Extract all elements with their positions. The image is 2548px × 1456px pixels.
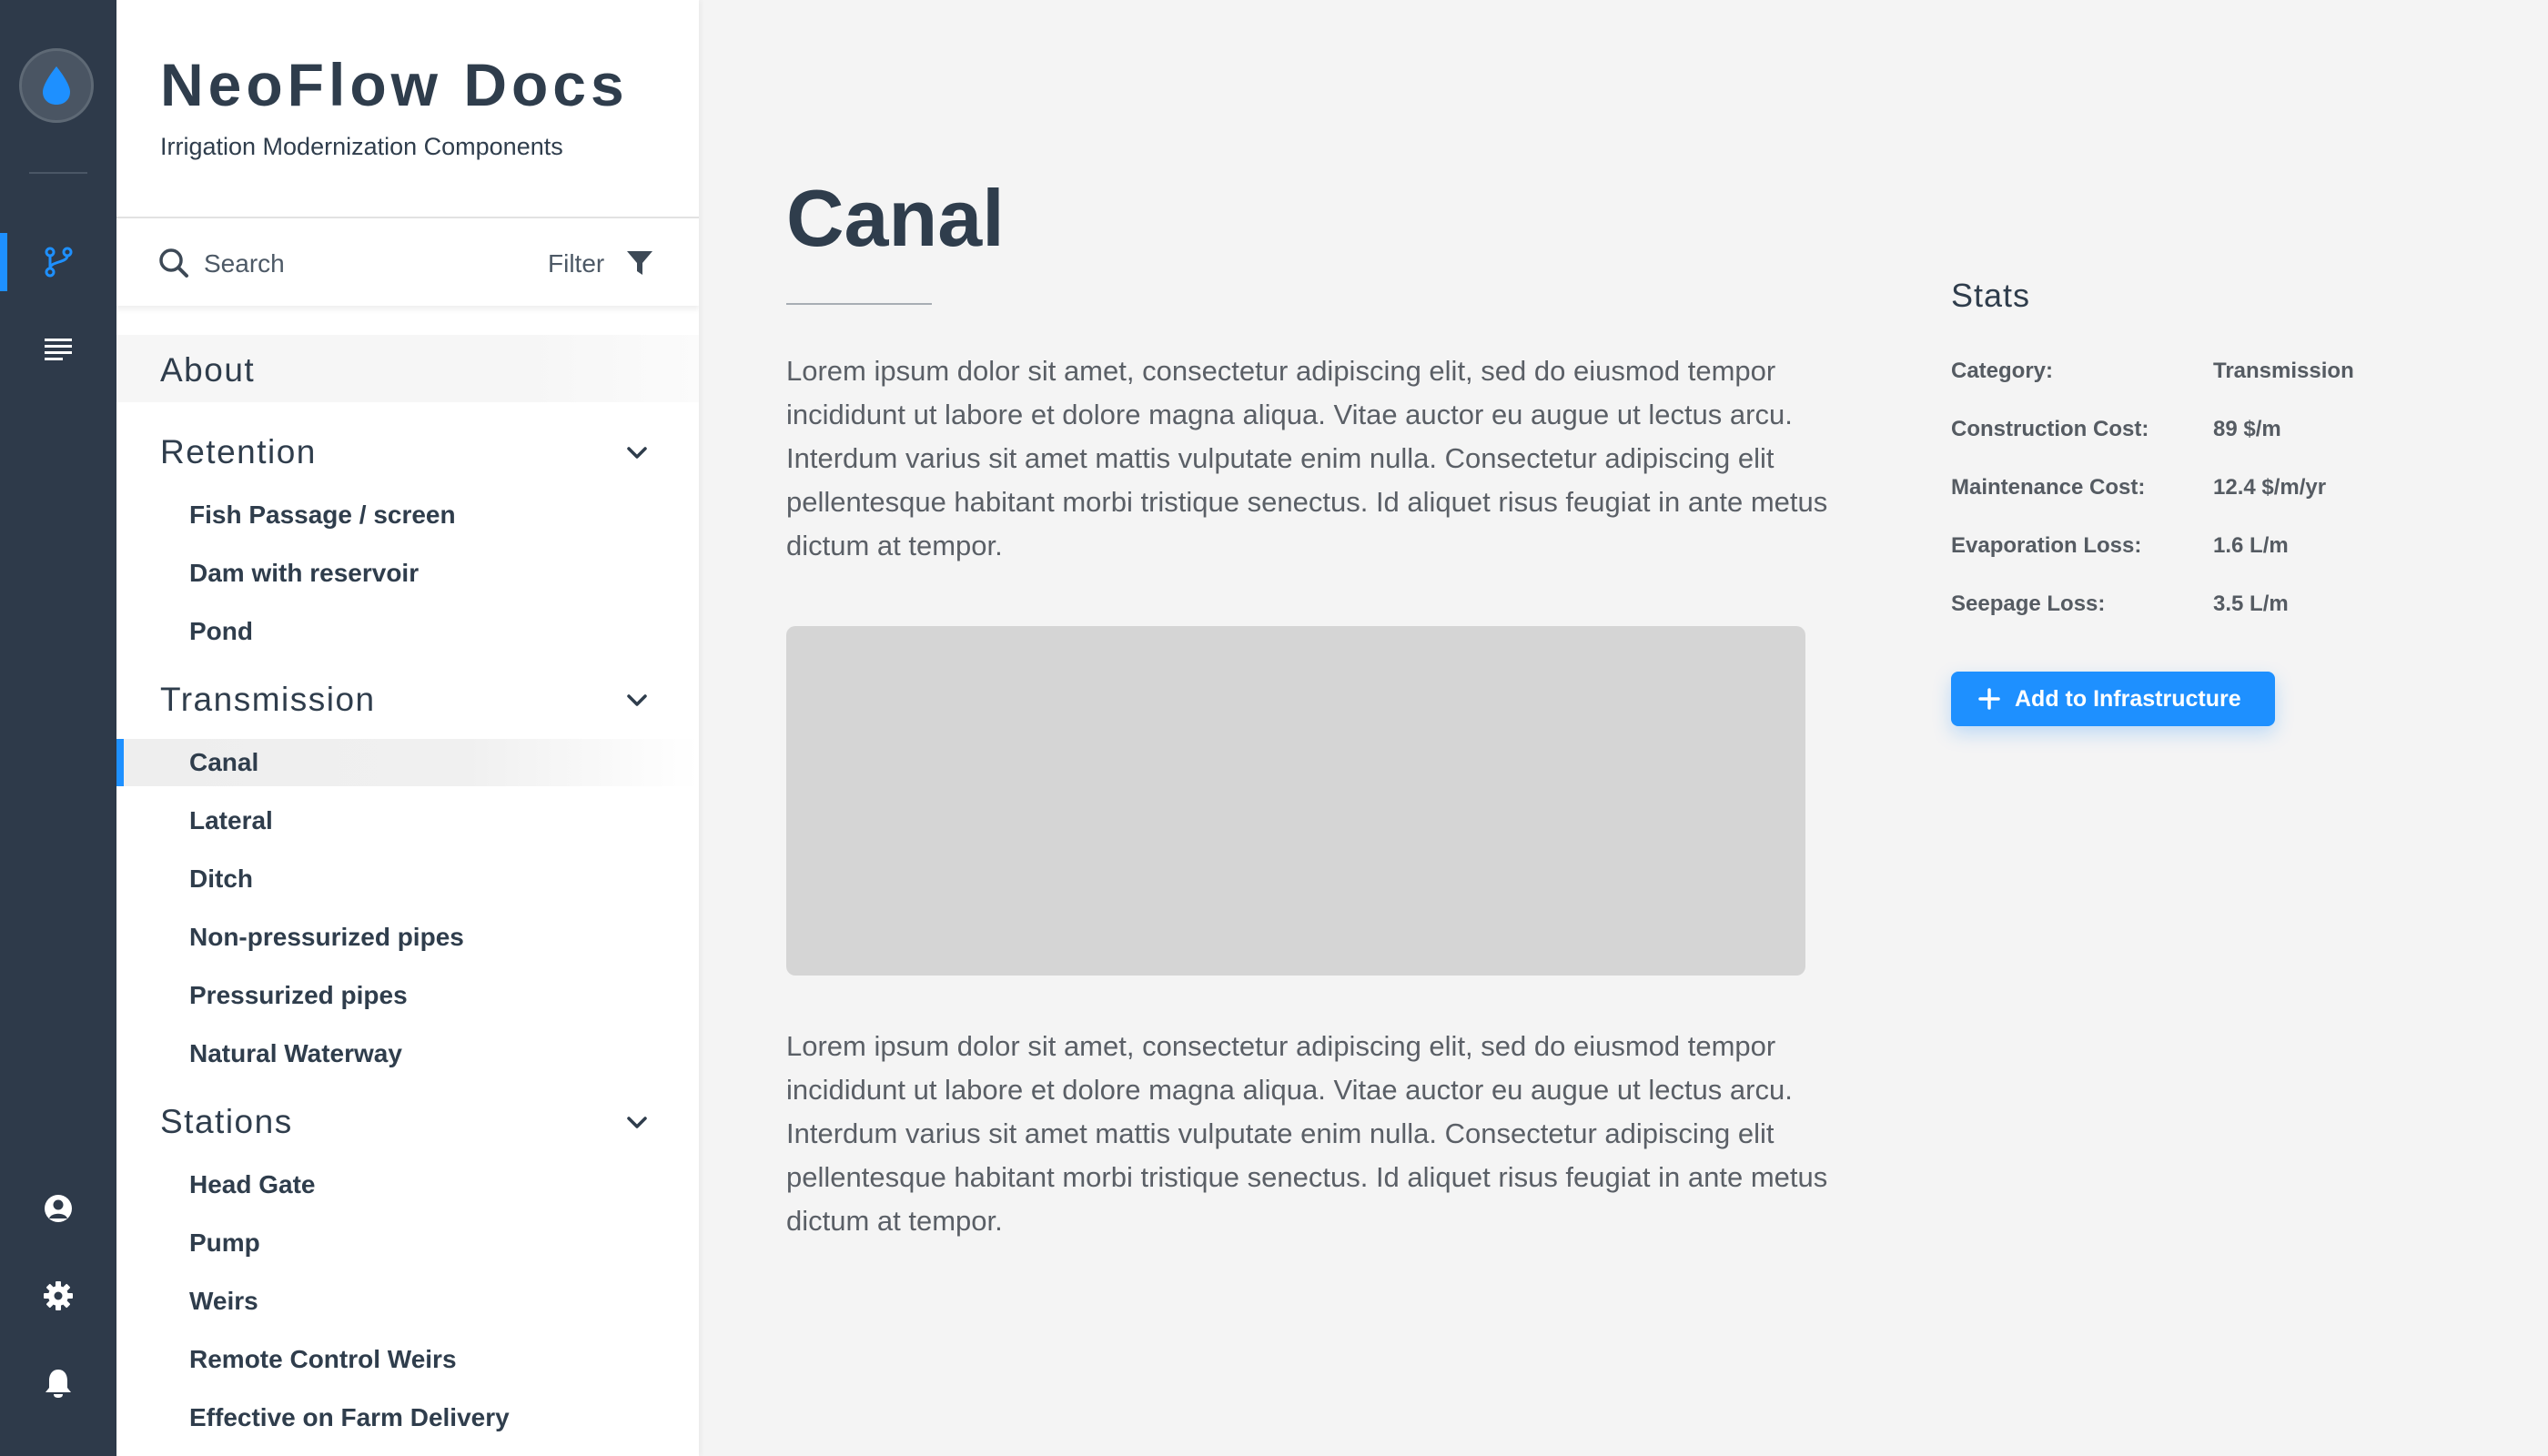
stat-row-evaporation-loss: Evaporation Loss: 1.6 L/m: [1951, 528, 2424, 564]
filter-icon[interactable]: [626, 249, 653, 277]
user-icon: [45, 1195, 72, 1222]
app-logo[interactable]: [19, 48, 94, 123]
nav-item-label: Canal: [189, 748, 259, 776]
nav-item-non-pressurized-pipes[interactable]: Non-pressurized pipes: [116, 914, 699, 961]
nav-group-retention[interactable]: Retention: [116, 428, 699, 479]
nav-item-label: Lateral: [189, 806, 273, 834]
nav-item-label: Remote Control Weirs: [189, 1345, 457, 1373]
nav-group-title: Retention: [160, 433, 317, 470]
chevron-down-icon[interactable]: [626, 446, 648, 460]
search-icon[interactable]: [158, 248, 189, 278]
nav-item-ditch[interactable]: Ditch: [116, 855, 699, 903]
gear-icon: [44, 1281, 73, 1310]
nav-item-label: Natural Waterway: [189, 1039, 402, 1067]
nav-item-pond[interactable]: Pond: [116, 608, 699, 655]
nav-item-pressurized-pipes[interactable]: Pressurized pipes: [116, 972, 699, 1019]
rail-components-button[interactable]: [0, 233, 116, 291]
description-paragraph-2: Lorem ipsum dolor sit amet, consectetur …: [786, 1030, 1828, 1237]
filter-button[interactable]: Filter: [548, 249, 604, 278]
nav-item-label: Head Gate: [189, 1170, 316, 1198]
add-button-label: Add to Infrastructure: [2015, 686, 2241, 712]
nav-group-title: Stations: [160, 1103, 293, 1140]
stat-value: 12.4 $/m/yr: [2213, 475, 2327, 500]
nav-item-dam-with-reservoir[interactable]: Dam with reservoir: [116, 550, 699, 597]
stat-label: Seepage Loss:: [1951, 592, 2106, 616]
brand-title: NeoFlow Docs: [160, 51, 629, 118]
nav-item-label: Fish Passage / screen: [189, 500, 456, 529]
chevron-down-icon[interactable]: [626, 1116, 648, 1130]
nav-item-label: Pump: [189, 1228, 260, 1257]
nav-item-label: Pressurized pipes: [189, 981, 408, 1009]
rail-notifications-button[interactable]: [0, 1354, 116, 1412]
stats-title: Stats: [1951, 277, 2031, 314]
water-drop-icon: [43, 66, 70, 105]
nav-item-label: Pond: [189, 617, 253, 645]
nav-item-pump[interactable]: Pump: [116, 1219, 699, 1267]
nav-group-stations[interactable]: Stations: [116, 1097, 699, 1148]
nav-item-label: Weirs: [189, 1287, 258, 1315]
stat-row-construction-cost: Construction Cost: 89 $/m: [1951, 411, 2424, 448]
bell-icon: [46, 1370, 71, 1398]
nav-group-title: Transmission: [160, 681, 376, 718]
description-paragraph-1: Lorem ipsum dolor sit amet, consectetur …: [786, 355, 1828, 561]
add-to-infrastructure-button[interactable]: Add to Infrastructure: [1951, 672, 2275, 726]
nav-item-fish-passage[interactable]: Fish Passage / screen: [116, 491, 699, 539]
brand-subtitle: Irrigation Modernization Components: [160, 133, 563, 160]
nav-group-transmission[interactable]: Transmission: [116, 675, 699, 726]
nav-about-label: About: [160, 351, 256, 389]
stat-row-maintenance-cost: Maintenance Cost: 12.4 $/m/yr: [1951, 470, 2424, 506]
list-icon: [45, 339, 72, 360]
nav-item-natural-waterway[interactable]: Natural Waterway: [116, 1030, 699, 1077]
title-underline: [786, 303, 932, 305]
nav-item-label: Effective on Farm Delivery: [189, 1403, 510, 1431]
nav-item-label: Ditch: [189, 864, 253, 893]
branch-icon: [45, 247, 73, 278]
image-placeholder: [786, 626, 1805, 976]
page-title: Canal: [786, 173, 1005, 263]
nav-item-label: Dam with reservoir: [189, 559, 420, 587]
stat-row-category: Category: Transmission: [1951, 353, 2424, 389]
nav-about[interactable]: About: [116, 335, 699, 402]
icon-rail: [0, 0, 116, 1456]
search-input[interactable]: Search: [204, 249, 285, 278]
rail-profile-button[interactable]: [0, 1179, 116, 1238]
search-bar: Search Filter: [116, 217, 699, 306]
stat-label: Evaporation Loss:: [1951, 533, 2142, 558]
nav-item-canal[interactable]: Canal: [116, 739, 699, 786]
chevron-down-icon[interactable]: [626, 693, 648, 708]
stat-value: 1.6 L/m: [2213, 533, 2289, 558]
component-nav-panel: NeoFlow Docs Irrigation Modernization Co…: [116, 0, 699, 1456]
nav-item-head-gate[interactable]: Head Gate: [116, 1161, 699, 1208]
stat-value: Transmission: [2213, 359, 2354, 383]
rail-settings-button[interactable]: [0, 1267, 116, 1325]
nav-item-weirs[interactable]: Weirs: [116, 1278, 699, 1325]
stat-label: Category:: [1951, 359, 2054, 383]
rail-divider: [29, 172, 87, 174]
stat-value: 89 $/m: [2213, 417, 2281, 441]
stat-label: Construction Cost:: [1951, 417, 2149, 441]
nav-item-label: Non-pressurized pipes: [189, 923, 464, 951]
plus-icon: [1978, 688, 2000, 710]
stat-value: 3.5 L/m: [2213, 592, 2289, 616]
stat-label: Maintenance Cost:: [1951, 475, 2146, 500]
nav-item-lateral[interactable]: Lateral: [116, 797, 699, 844]
nav-item-effective-on-farm-delivery[interactable]: Effective on Farm Delivery: [116, 1394, 699, 1441]
nav-item-remote-control-weirs[interactable]: Remote Control Weirs: [116, 1336, 699, 1383]
rail-docs-button[interactable]: [0, 320, 116, 379]
stat-row-seepage-loss: Seepage Loss: 3.5 L/m: [1951, 586, 2424, 622]
